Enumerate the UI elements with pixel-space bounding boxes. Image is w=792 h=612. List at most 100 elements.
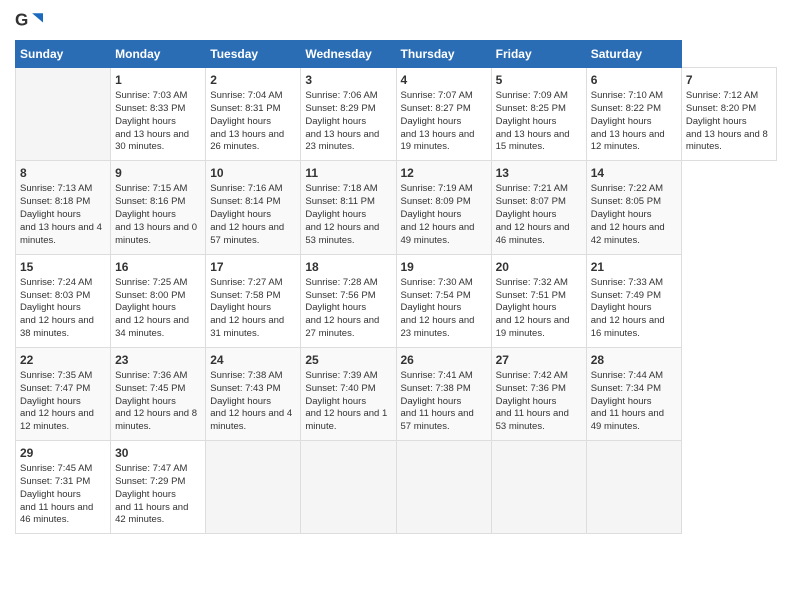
day-info: Sunrise: 7:42 AMSunset: 7:36 PMDaylight … [496, 370, 569, 432]
calendar-cell: 1 Sunrise: 7:03 AMSunset: 8:33 PMDaylight… [111, 68, 206, 161]
day-info: Sunrise: 7:45 AMSunset: 7:31 PMDaylight … [20, 463, 93, 525]
header: G [15, 10, 777, 32]
calendar-cell [491, 441, 586, 534]
calendar-cell: 5Sunrise: 7:09 AMSunset: 8:25 PMDaylight… [491, 68, 586, 161]
day-number: 15 [20, 259, 106, 275]
calendar-cell [206, 441, 301, 534]
day-number: 11 [305, 165, 391, 181]
day-info: Sunrise: 7:41 AMSunset: 7:38 PMDaylight … [401, 370, 474, 432]
day-number: 30 [115, 445, 201, 461]
day-info: Sunrise: 7:35 AMSunset: 7:47 PMDaylight … [20, 370, 94, 432]
svg-text:G: G [15, 11, 28, 30]
day-info: Sunrise: 7:06 AMSunset: 8:29 PMDaylight … [305, 90, 379, 152]
day-info: Sunrise: 7:25 AMSunset: 8:00 PMDaylight … [115, 277, 189, 339]
day-info: Sunrise: 7:04 AMSunset: 8:31 PMDaylight … [210, 90, 284, 152]
day-info: Sunrise: 7:16 AMSunset: 8:14 PMDaylight … [210, 183, 284, 245]
calendar-cell: 26Sunrise: 7:41 AMSunset: 7:38 PMDayligh… [396, 347, 491, 440]
calendar-cell: 14 Sunrise: 7:22 AMSunset: 8:05 PMDayligh… [586, 161, 681, 254]
day-info: Sunrise: 7:21 AMSunset: 8:07 PMDaylight … [496, 183, 570, 245]
calendar-cell: 20Sunrise: 7:32 AMSunset: 7:51 PMDayligh… [491, 254, 586, 347]
day-info: Sunrise: 7:07 AMSunset: 8:27 PMDaylight … [401, 90, 475, 152]
day-info: Sunrise: 7:47 AMSunset: 7:29 PMDaylight … [115, 463, 188, 525]
day-info: Sunrise: 7:27 AMSunset: 7:58 PMDaylight … [210, 277, 284, 339]
col-header-friday: Friday [491, 41, 586, 68]
calendar-cell: 23Sunrise: 7:36 AMSunset: 7:45 PMDayligh… [111, 347, 206, 440]
calendar-cell: 28 Sunrise: 7:44 AMSunset: 7:34 PMDayligh… [586, 347, 681, 440]
day-info: Sunrise: 7:15 AMSunset: 8:16 PMDaylight … [115, 183, 197, 245]
col-header-thursday: Thursday [396, 41, 491, 68]
day-number: 14 [591, 165, 677, 181]
day-info: Sunrise: 7:22 AMSunset: 8:05 PMDaylight … [591, 183, 665, 245]
logo-icon: G [15, 10, 43, 32]
calendar-cell: 11 Sunrise: 7:18 AMSunset: 8:11 PMDayligh… [301, 161, 396, 254]
calendar-table: SundayMondayTuesdayWednesdayThursdayFrid… [15, 40, 777, 534]
day-info: Sunrise: 7:44 AMSunset: 7:34 PMDaylight … [591, 370, 664, 432]
day-number: 3 [305, 72, 391, 88]
day-number: 7 [686, 72, 772, 88]
day-info: Sunrise: 7:38 AMSunset: 7:43 PMDaylight … [210, 370, 292, 432]
day-info: Sunrise: 7:09 AMSunset: 8:25 PMDaylight … [496, 90, 570, 152]
day-info: Sunrise: 7:12 AMSunset: 8:20 PMDaylight … [686, 90, 768, 152]
col-header-saturday: Saturday [586, 41, 681, 68]
day-info: Sunrise: 7:13 AMSunset: 8:18 PMDaylight … [20, 183, 102, 245]
calendar-cell: 16 Sunrise: 7:25 AMSunset: 8:00 PMDayligh… [111, 254, 206, 347]
week-row-4: 22 Sunrise: 7:35 AMSunset: 7:47 PMDayligh… [16, 347, 777, 440]
calendar-cell [16, 68, 111, 161]
calendar-cell: 22 Sunrise: 7:35 AMSunset: 7:47 PMDayligh… [16, 347, 111, 440]
day-number: 8 [20, 165, 106, 181]
day-info: Sunrise: 7:30 AMSunset: 7:54 PMDaylight … [401, 277, 475, 339]
calendar-cell: 27 Sunrise: 7:42 AMSunset: 7:36 PMDayligh… [491, 347, 586, 440]
day-info: Sunrise: 7:39 AMSunset: 7:40 PMDaylight … [305, 370, 387, 432]
day-number: 21 [591, 259, 677, 275]
calendar-cell: 10 Sunrise: 7:16 AMSunset: 8:14 PMDayligh… [206, 161, 301, 254]
day-number: 24 [210, 352, 296, 368]
day-number: 2 [210, 72, 296, 88]
calendar-cell: 9 Sunrise: 7:15 AMSunset: 8:16 PMDaylight… [111, 161, 206, 254]
calendar-cell: 30 Sunrise: 7:47 AMSunset: 7:29 PMDayligh… [111, 441, 206, 534]
calendar-cell: 4Sunrise: 7:07 AMSunset: 8:27 PMDaylight… [396, 68, 491, 161]
calendar-cell: 13Sunrise: 7:21 AMSunset: 8:07 PMDayligh… [491, 161, 586, 254]
day-number: 10 [210, 165, 296, 181]
calendar-cell: 21Sunrise: 7:33 AMSunset: 7:49 PMDayligh… [586, 254, 681, 347]
calendar-cell [586, 441, 681, 534]
day-number: 12 [401, 165, 487, 181]
day-info: Sunrise: 7:18 AMSunset: 8:11 PMDaylight … [305, 183, 379, 245]
calendar-cell: 7 Sunrise: 7:12 AMSunset: 8:20 PMDaylight… [681, 68, 776, 161]
day-number: 29 [20, 445, 106, 461]
day-number: 25 [305, 352, 391, 368]
calendar-cell: 12Sunrise: 7:19 AMSunset: 8:09 PMDayligh… [396, 161, 491, 254]
day-info: Sunrise: 7:32 AMSunset: 7:51 PMDaylight … [496, 277, 570, 339]
week-row-1: 1 Sunrise: 7:03 AMSunset: 8:33 PMDaylight… [16, 68, 777, 161]
day-number: 27 [496, 352, 582, 368]
calendar-cell: 25 Sunrise: 7:39 AMSunset: 7:40 PMDayligh… [301, 347, 396, 440]
calendar-cell: 2 Sunrise: 7:04 AMSunset: 8:31 PMDaylight… [206, 68, 301, 161]
calendar-cell: 29 Sunrise: 7:45 AMSunset: 7:31 PMDayligh… [16, 441, 111, 534]
calendar-cell: 6 Sunrise: 7:10 AMSunset: 8:22 PMDaylight… [586, 68, 681, 161]
calendar-cell: 15Sunrise: 7:24 AMSunset: 8:03 PMDayligh… [16, 254, 111, 347]
day-number: 22 [20, 352, 106, 368]
day-info: Sunrise: 7:28 AMSunset: 7:56 PMDaylight … [305, 277, 379, 339]
day-info: Sunrise: 7:03 AMSunset: 8:33 PMDaylight … [115, 90, 189, 152]
day-number: 16 [115, 259, 201, 275]
calendar-cell: 3 Sunrise: 7:06 AMSunset: 8:29 PMDaylight… [301, 68, 396, 161]
day-number: 19 [401, 259, 487, 275]
col-header-sunday: Sunday [16, 41, 111, 68]
day-number: 6 [591, 72, 677, 88]
col-header-wednesday: Wednesday [301, 41, 396, 68]
calendar-cell [396, 441, 491, 534]
calendar-cell: 8 Sunrise: 7:13 AMSunset: 8:18 PMDaylight… [16, 161, 111, 254]
calendar-cell [301, 441, 396, 534]
day-number: 17 [210, 259, 296, 275]
col-header-monday: Monday [111, 41, 206, 68]
day-number: 9 [115, 165, 201, 181]
day-info: Sunrise: 7:10 AMSunset: 8:22 PMDaylight … [591, 90, 665, 152]
week-row-3: 15Sunrise: 7:24 AMSunset: 8:03 PMDayligh… [16, 254, 777, 347]
calendar-cell: 18 Sunrise: 7:28 AMSunset: 7:56 PMDayligh… [301, 254, 396, 347]
day-number: 1 [115, 72, 201, 88]
day-number: 18 [305, 259, 391, 275]
day-number: 28 [591, 352, 677, 368]
calendar-cell: 24 Sunrise: 7:38 AMSunset: 7:43 PMDayligh… [206, 347, 301, 440]
logo: G [15, 10, 47, 32]
day-info: Sunrise: 7:36 AMSunset: 7:45 PMDaylight … [115, 370, 197, 432]
header-row: SundayMondayTuesdayWednesdayThursdayFrid… [16, 41, 777, 68]
